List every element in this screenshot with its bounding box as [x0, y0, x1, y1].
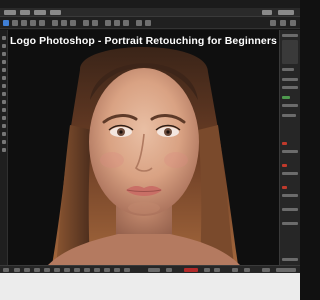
menu-item[interactable] [278, 10, 294, 15]
layer-row[interactable] [282, 222, 298, 225]
document-canvas[interactable]: Logo Photoshop - Portrait Retouching for… [8, 30, 279, 265]
layer-row[interactable] [282, 172, 298, 175]
app-icon[interactable] [114, 268, 120, 272]
menu-item[interactable] [50, 10, 61, 15]
record-indicator-icon[interactable] [184, 268, 198, 272]
healing-brush-icon[interactable] [2, 76, 6, 80]
search-icon[interactable] [270, 20, 276, 26]
option-icon[interactable] [39, 20, 45, 26]
video-title-caption: Logo Photoshop - Portrait Retouching for… [10, 35, 277, 47]
layer-mask-icon[interactable] [282, 142, 287, 145]
app-icon[interactable] [214, 268, 220, 272]
crop-tool-icon[interactable] [2, 60, 6, 64]
menu-item[interactable] [262, 10, 272, 15]
app-icon[interactable] [54, 268, 60, 272]
zoom-tool-icon[interactable] [2, 148, 6, 152]
app-icon[interactable] [44, 268, 50, 272]
tray-icon[interactable] [244, 268, 250, 272]
layer-row[interactable] [282, 208, 298, 211]
panel-tab[interactable] [282, 68, 294, 71]
app-icon[interactable] [166, 268, 172, 272]
option-icon[interactable] [83, 20, 89, 26]
eraser-tool-icon[interactable] [2, 100, 6, 104]
eyedropper-tool-icon[interactable] [2, 68, 6, 72]
adjustment-row[interactable] [282, 86, 298, 89]
option-icon[interactable] [61, 20, 67, 26]
layer-mask-icon[interactable] [282, 164, 287, 167]
start-icon[interactable] [3, 268, 9, 272]
brush-tool-icon[interactable] [2, 84, 6, 88]
option-icon[interactable] [21, 20, 27, 26]
app-icon[interactable] [104, 268, 110, 272]
title-bar [0, 0, 300, 8]
tool-preset-icon[interactable] [12, 20, 18, 26]
panel-preview [282, 40, 298, 64]
app-icon[interactable] [34, 268, 40, 272]
gradient-tool-icon[interactable] [2, 108, 6, 112]
layer-mask-icon[interactable] [282, 186, 287, 189]
panel-footer [282, 258, 298, 261]
taskbar [0, 265, 300, 273]
app-icon[interactable] [74, 268, 80, 272]
layer-row[interactable] [282, 194, 298, 197]
menu-item[interactable] [4, 10, 16, 15]
clone-stamp-icon[interactable] [2, 92, 6, 96]
hand-tool-icon[interactable] [2, 140, 6, 144]
options-bar [0, 17, 300, 29]
option-icon[interactable] [136, 20, 142, 26]
option-icon[interactable] [52, 20, 58, 26]
app-icon[interactable] [124, 268, 130, 272]
type-tool-icon[interactable] [2, 132, 6, 136]
option-icon[interactable] [92, 20, 98, 26]
option-icon[interactable] [30, 20, 36, 26]
app-icon[interactable] [64, 268, 70, 272]
portrait-image [48, 47, 240, 265]
app-window: Logo Photoshop - Portrait Retouching for… [0, 0, 300, 300]
tray-icon[interactable] [232, 268, 238, 272]
option-icon[interactable] [105, 20, 111, 26]
layers-panel [279, 30, 300, 265]
lasso-tool-icon[interactable] [2, 52, 6, 56]
dodge-tool-icon[interactable] [2, 116, 6, 120]
move-tool-icon[interactable] [2, 36, 6, 40]
workspace-icon[interactable] [280, 20, 286, 26]
app-icon[interactable] [24, 268, 30, 272]
home-icon[interactable] [3, 20, 9, 26]
option-icon[interactable] [123, 20, 129, 26]
clock-tray[interactable] [276, 268, 296, 272]
panel-tab[interactable] [282, 34, 298, 37]
layer-thumb[interactable] [282, 96, 290, 99]
tray-icon[interactable] [262, 268, 270, 272]
tools-panel [0, 30, 8, 265]
option-icon[interactable] [145, 20, 151, 26]
adjustment-row[interactable] [282, 78, 298, 81]
menu-item[interactable] [20, 10, 30, 15]
adjustment-row[interactable] [282, 104, 298, 107]
app-icon[interactable] [204, 268, 210, 272]
menu-item[interactable] [34, 10, 46, 15]
adjustment-row[interactable] [282, 114, 296, 117]
app-icon[interactable] [14, 268, 20, 272]
page-background [0, 273, 300, 300]
option-icon[interactable] [70, 20, 76, 26]
app-icon[interactable] [148, 268, 160, 272]
option-icon[interactable] [114, 20, 120, 26]
marquee-tool-icon[interactable] [2, 44, 6, 48]
share-icon[interactable] [290, 20, 296, 26]
app-icon[interactable] [94, 268, 100, 272]
app-icon[interactable] [84, 268, 90, 272]
layer-row[interactable] [282, 150, 298, 153]
menu-bar [0, 8, 300, 17]
pen-tool-icon[interactable] [2, 124, 6, 128]
